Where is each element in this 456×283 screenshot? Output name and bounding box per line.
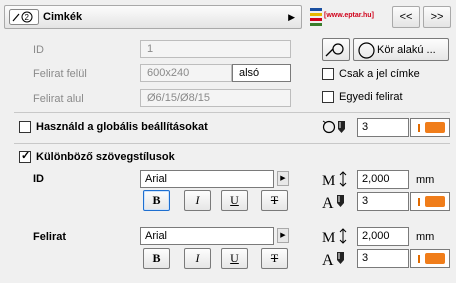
- text-pen-icon: A: [322, 252, 344, 267]
- id-size-field[interactable]: 2,000: [357, 170, 409, 189]
- label-tool-icon: 2: [9, 9, 39, 28]
- text-bold-button[interactable]: B: [143, 248, 170, 269]
- id-font-field[interactable]: Arial: [140, 170, 274, 188]
- next-button[interactable]: >>: [423, 6, 451, 28]
- svg-text:M: M: [322, 173, 335, 188]
- id-italic-button[interactable]: I: [184, 190, 211, 211]
- custom-label-text: Egyedi felirat: [339, 91, 403, 103]
- text-size-icon: M: [322, 171, 347, 188]
- id-label: ID: [33, 44, 44, 56]
- top-position-field[interactable]: alsó: [232, 64, 291, 82]
- text-size-icon: M: [322, 228, 347, 245]
- label-pen-icon: [322, 120, 345, 134]
- svg-text:A: A: [322, 195, 334, 210]
- bottom-text-field: Ø6/15/Ø8/15: [140, 89, 291, 107]
- text-underline-button[interactable]: U: [221, 248, 248, 269]
- shape-button[interactable]: Kör alakú ...: [353, 38, 449, 61]
- panel-title: Cimkék: [43, 11, 83, 23]
- text-pen-field[interactable]: 3: [357, 249, 409, 268]
- panel-header[interactable]: 2 Cimkék ▶: [4, 5, 302, 29]
- marker-icon: [325, 43, 344, 57]
- expand-arrow-icon: ▶: [288, 12, 295, 22]
- global-settings-checkbox[interactable]: [19, 121, 31, 133]
- divider: [14, 143, 450, 144]
- svg-text:A: A: [322, 252, 334, 267]
- logo-text: [www.eptar.hu]: [324, 12, 374, 19]
- text-font-field[interactable]: Arial: [140, 227, 274, 245]
- text-pen-swatch[interactable]: [410, 249, 450, 268]
- text-size-field[interactable]: 2,000: [357, 227, 409, 246]
- bottom-text-label: Felirat alul: [33, 93, 84, 105]
- id-style-title: ID: [33, 173, 44, 185]
- text-italic-button[interactable]: I: [184, 248, 211, 269]
- id-field: 1: [140, 40, 291, 58]
- top-text-field: 600x240: [140, 64, 232, 82]
- circle-icon: [358, 42, 375, 59]
- text-strike-button[interactable]: T: [261, 248, 288, 269]
- id-size-unit: mm: [416, 174, 435, 186]
- global-pen-field[interactable]: 3: [357, 118, 409, 137]
- text-size-unit: mm: [416, 231, 435, 243]
- top-text-label: Felirat felül: [33, 68, 87, 80]
- svg-text:2: 2: [25, 13, 30, 22]
- text-styles-checkbox[interactable]: [19, 149, 31, 163]
- id-pen-swatch[interactable]: [410, 192, 450, 211]
- id-underline-button[interactable]: U: [221, 190, 248, 211]
- text-style-title: Felirat: [33, 231, 67, 243]
- marker-button[interactable]: [322, 38, 350, 61]
- custom-label-checkbox[interactable]: [322, 91, 334, 103]
- shape-label: Kör alakú ...: [377, 44, 436, 56]
- id-strike-button[interactable]: T: [261, 190, 288, 211]
- svg-text:M: M: [322, 230, 335, 245]
- global-settings-label: Használd a globális beállításokat: [36, 121, 208, 133]
- text-pen-icon: A: [322, 195, 344, 210]
- text-font-dropdown[interactable]: ▶: [277, 228, 289, 243]
- eptar-logo: [www.eptar.hu]: [310, 6, 385, 28]
- only-mark-label: Csak a jel címke: [339, 68, 420, 80]
- id-bold-button[interactable]: B: [143, 190, 170, 211]
- prev-button[interactable]: <<: [392, 6, 420, 28]
- divider: [14, 112, 450, 113]
- only-mark-checkbox[interactable]: [322, 68, 334, 80]
- text-styles-label: Különböző szövegstílusok: [36, 151, 175, 163]
- global-pen-swatch[interactable]: [410, 118, 450, 137]
- id-pen-field[interactable]: 3: [357, 192, 409, 211]
- id-font-dropdown[interactable]: ▶: [277, 171, 289, 186]
